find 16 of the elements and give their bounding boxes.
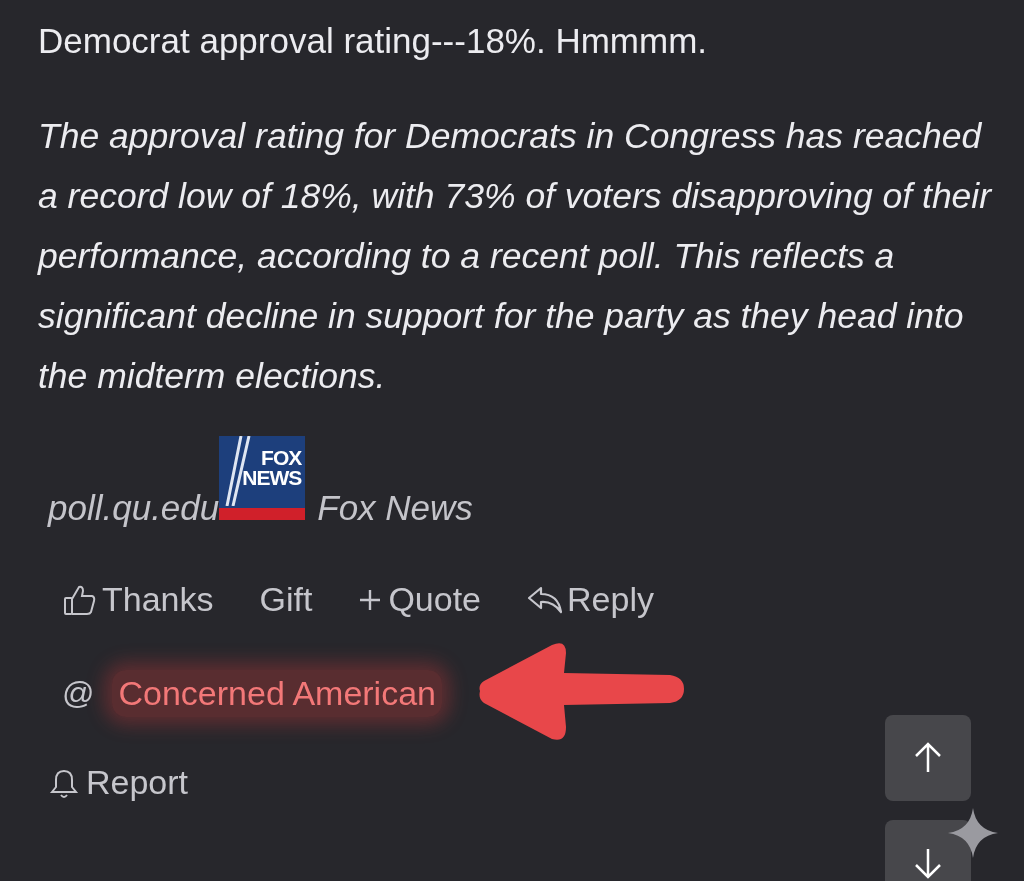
user-mention[interactable]: Concerned American xyxy=(112,669,442,717)
news-logo: FOX NEWS xyxy=(219,436,306,520)
at-sign: @ xyxy=(62,674,95,712)
plus-icon xyxy=(358,587,383,612)
quote-button[interactable]: Quote xyxy=(358,580,482,619)
quoted-text: The approval rating for Democrats in Congress has reached a record low of 18%, with 73% of voters disapproving of their performance, according to a recent poll. This reflects a significant decline in support for the party as they head into the midterm elections. xyxy=(38,115,994,398)
reply-button[interactable]: Reply xyxy=(527,580,654,619)
scroll-up-button[interactable] xyxy=(885,715,971,801)
publisher-name: Fox News xyxy=(317,488,473,528)
sparkle-icon[interactable] xyxy=(948,808,998,858)
scroll-down-button[interactable] xyxy=(885,820,971,881)
report-button[interactable]: Report xyxy=(46,763,189,802)
source-link[interactable]: poll.qu.edu xyxy=(48,488,220,528)
post-title: Democrat approval rating---18%. Hmmmm. xyxy=(38,20,709,62)
gift-button[interactable]: Gift xyxy=(259,580,313,619)
thanks-button[interactable]: Thanks xyxy=(62,580,214,619)
